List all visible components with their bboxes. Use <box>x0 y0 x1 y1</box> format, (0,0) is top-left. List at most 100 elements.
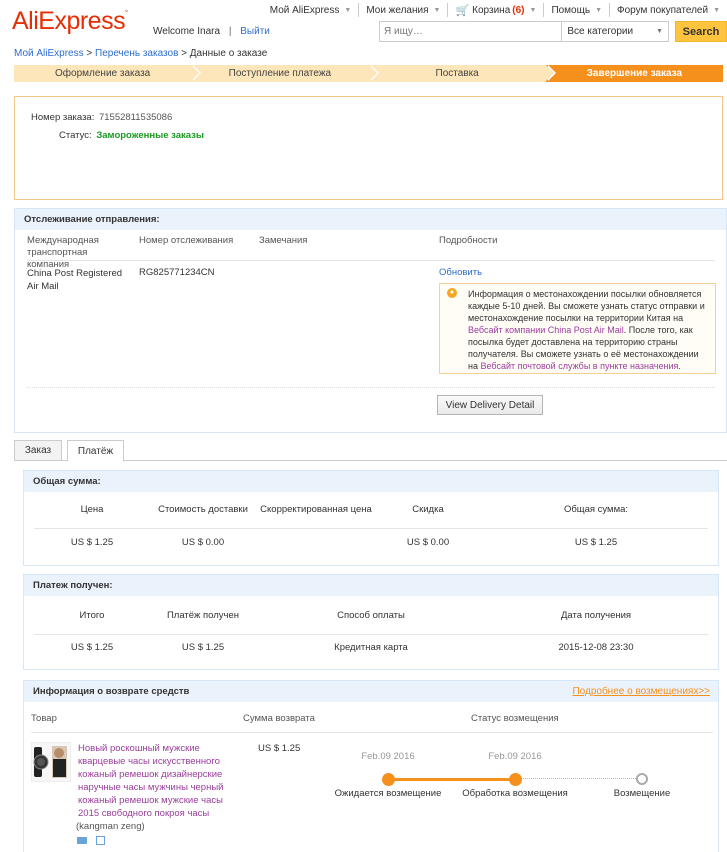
total-sum-value: US $ 1.25 <box>574 537 618 548</box>
category-select[interactable]: Все категории ▼ <box>561 22 668 41</box>
welcome-bar: Welcome Inara | Выйти <box>153 26 270 37</box>
timeline-label-1: Ожидается возмещение <box>334 788 442 799</box>
aliexpress-logo[interactable]: AliExpress˘ <box>12 7 128 36</box>
order-info-box: Номер заказа: 71552811535086 Статус: Зам… <box>14 96 723 200</box>
nav-label: Мои желания <box>366 4 429 16</box>
chevron-down-icon: ▼ <box>713 6 720 14</box>
timeline-date-1: Feb.09 2016 <box>361 751 415 762</box>
search-bar: Все категории ▼ <box>379 21 669 42</box>
divider <box>31 732 713 733</box>
total-col-adjusted: Скорректированная цена <box>260 504 372 515</box>
tab-payment[interactable]: Платёж <box>67 440 124 462</box>
top-nav: Мой AliExpress ▼ Мои желания ▼ 🛒 Корзина (6)… <box>263 3 727 17</box>
cart-count: (6) <box>512 4 525 16</box>
tracking-panel: Отслеживание отправления: Международная … <box>14 208 727 433</box>
product-title-link[interactable]: Новый роскошный мужские кварцевые часы и… <box>78 742 228 820</box>
breadcrumb-orders[interactable]: Перечень заказов <box>95 48 178 59</box>
order-status: Замороженные заказы <box>96 130 205 141</box>
destination-postal-website-link[interactable]: Вебсайт почтовой службы в пункте назначе… <box>480 361 678 371</box>
step-completed: Завершение заказа <box>545 65 723 82</box>
tip-text-3: . <box>678 361 681 371</box>
refund-title: Информация о возврате средств <box>33 686 190 697</box>
username: Inara <box>197 26 221 37</box>
tracking-number: RG825771234CN <box>139 267 215 278</box>
order-status-row: Статус: Замороженные заказы <box>59 130 204 141</box>
tip-text: Информация о местонахождении посылки обн… <box>468 288 711 372</box>
payment-total-value: US $ 1.25 <box>70 642 114 653</box>
refund-more-link[interactable]: Подробнее о возмещениях>> <box>572 686 710 697</box>
product-thumbnail[interactable] <box>31 742 71 782</box>
timeline-line-pending <box>515 778 642 780</box>
step-shipping: Поставка <box>368 65 557 82</box>
step-order-placed: Оформление заказа <box>14 65 202 82</box>
divider <box>34 634 708 635</box>
refund-panel: Информация о возврате средств Подробнее … <box>23 680 719 852</box>
order-progress-steps: Оформление заказа Поступление платежа По… <box>14 65 723 82</box>
lightbulb-icon: ● <box>447 288 457 298</box>
timeline-line-done <box>388 778 515 781</box>
payment-method-value: Кредитная карта <box>334 642 408 653</box>
total-panel: Общая сумма: Цена Стоимость доставки Ско… <box>23 470 719 566</box>
order-number-row: Номер заказа: 71552811535086 <box>31 112 172 123</box>
timeline-dot-pending <box>636 773 648 785</box>
breadcrumb-sep: > <box>178 48 190 59</box>
china-post-website-link[interactable]: Вебсайт компании China Post Air Mail <box>468 325 624 335</box>
chevron-down-icon: ▼ <box>344 6 352 14</box>
nav-label: Корзина <box>472 4 511 16</box>
search-input[interactable] <box>380 22 562 41</box>
chat-icon[interactable] <box>77 837 87 844</box>
nav-label: Форум покупателей <box>617 4 709 16</box>
timeline-date-2: Feb.09 2016 <box>488 751 542 762</box>
refund-amount: US $ 1.25 <box>258 743 301 754</box>
nav-label: Помощь <box>551 4 591 16</box>
seller-name: (kangman zeng) <box>76 821 145 832</box>
tab-order[interactable]: Заказ <box>14 440 62 461</box>
breadcrumb-sep: > <box>83 48 96 59</box>
nav-forum[interactable]: Форум покупателей ▼ <box>609 3 727 17</box>
total-col-discount: Скидка <box>412 504 444 515</box>
carrier-name: China Post Registered Air Mail <box>27 268 123 292</box>
divider <box>34 528 708 529</box>
total-col-total: Общая сумма: <box>563 504 629 515</box>
refresh-tracking-link[interactable]: Обновить <box>439 267 482 278</box>
total-shipping-value: US $ 0.00 <box>181 537 225 548</box>
logo-text: AliExpress <box>12 7 126 35</box>
total-discount-value: US $ 0.00 <box>406 537 450 548</box>
view-delivery-detail-button[interactable]: View Delivery Detail <box>437 395 543 415</box>
nav-help[interactable]: Помощь ▼ <box>543 3 609 17</box>
cart-icon: 🛒 <box>455 4 470 17</box>
total-price-value: US $ 1.25 <box>70 537 114 548</box>
col-tracking-number-header: Номер отслеживания <box>139 235 234 246</box>
chevron-down-icon: ▼ <box>595 6 602 14</box>
nav-cart[interactable]: 🛒 Корзина (6) ▼ <box>447 3 543 17</box>
divider: | <box>228 26 232 37</box>
col-notes-header: Замечания <box>259 235 308 246</box>
order-number: 71552811535086 <box>98 112 173 123</box>
nav-label: Мой AliExpress <box>269 4 340 16</box>
nav-my-aliexpress[interactable]: Мой AliExpress ▼ <box>263 3 359 17</box>
refund-header: Информация о возврате средств Подробнее … <box>24 681 718 702</box>
nav-wishlist[interactable]: Мои желания ▼ <box>358 3 447 17</box>
tab-bar: Заказ Платёж <box>14 440 727 462</box>
tracking-info-tip: ● Информация о местонахождении посылки о… <box>439 283 716 374</box>
search-button[interactable]: Search <box>675 21 727 42</box>
timeline-dot-done <box>382 773 395 786</box>
logout-link[interactable]: Выйти <box>240 26 270 37</box>
refund-col-amount: Сумма возврата <box>243 713 315 724</box>
timeline-dot-done <box>509 773 522 786</box>
refund-col-status: Статус возмещения <box>471 713 559 724</box>
breadcrumb-my-aliexpress[interactable]: Мой AliExpress <box>14 48 84 59</box>
payment-title: Платеж получен: <box>24 575 718 596</box>
chevron-down-icon: ▼ <box>529 6 537 14</box>
refund-col-product: Товар <box>31 713 57 724</box>
payment-col-method: Способ оплаты <box>337 610 405 621</box>
timeline-label-2: Обработка возмещения <box>462 788 568 799</box>
breadcrumb-current: Данные о заказе <box>189 48 268 59</box>
message-icon[interactable] <box>96 836 105 845</box>
step-payment: Поступление платежа <box>191 65 379 82</box>
payment-received-value: US $ 1.25 <box>181 642 225 653</box>
welcome-text: Welcome <box>153 26 195 37</box>
divider <box>27 387 715 388</box>
logo-mark-icon: ˘ <box>125 9 128 19</box>
timeline-label-3: Возмещение <box>613 788 671 799</box>
